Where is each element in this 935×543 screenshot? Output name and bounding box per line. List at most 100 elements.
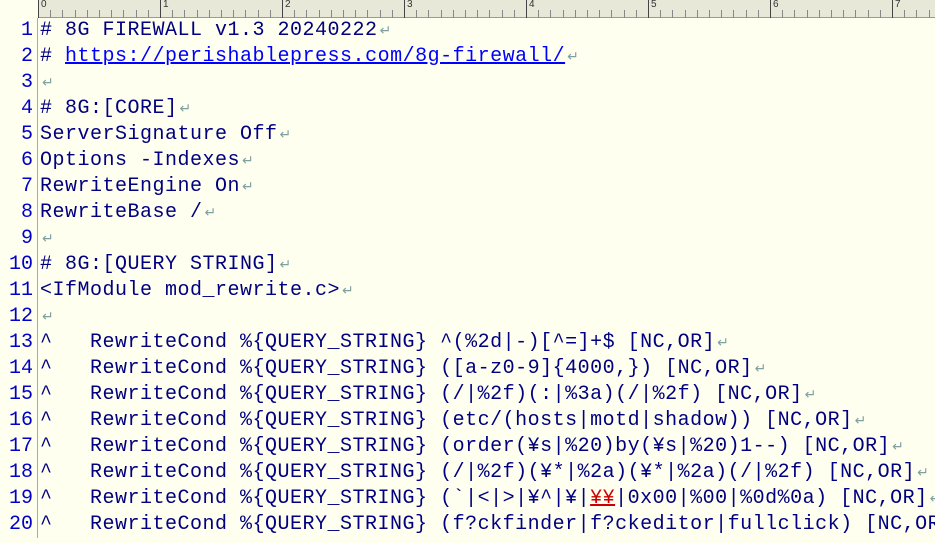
eol-marker: ↵ (567, 50, 579, 66)
code-text: Options -Indexes (40, 149, 240, 172)
ruler-minor (87, 10, 88, 18)
ruler-minor (916, 10, 917, 18)
ruler-minor (343, 10, 344, 18)
ruler-minor (111, 10, 112, 18)
code-text: ^ RewriteCond %{QUERY_STRING} (f?ckfinde… (40, 513, 935, 536)
ruler-minor (148, 10, 149, 18)
ruler-major: 5 (648, 0, 657, 18)
ruler-minor (929, 10, 930, 18)
ruler-major: 2 (282, 0, 291, 18)
code-text: # 8G:[QUERY STRING] (40, 253, 278, 276)
code-content[interactable]: # 8G FIREWALL v1.3 20240222↵# https://pe… (38, 18, 935, 538)
ruler-minor (245, 10, 246, 18)
ruler-minor (416, 10, 417, 18)
ruler-minor (221, 10, 222, 18)
code-line[interactable]: # 8G FIREWALL v1.3 20240222↵ (40, 18, 935, 44)
eol-marker: ↵ (242, 154, 254, 170)
line-number: 17 (0, 434, 33, 460)
code-line[interactable]: ^ RewriteCond %{QUERY_STRING} (`|<|>|¥^|… (40, 486, 935, 512)
ruler-minor (758, 10, 759, 18)
code-line[interactable]: ^ RewriteCond %{QUERY_STRING} (etc/(host… (40, 408, 935, 434)
code-line[interactable]: Options -Indexes↵ (40, 148, 935, 174)
ruler-minor (294, 10, 295, 18)
ruler-minor (331, 10, 332, 18)
code-line[interactable]: <IfModule mod_rewrite.c>↵ (40, 278, 935, 304)
code-text: # 8G:[CORE] (40, 97, 178, 120)
code-line[interactable]: ↵ (40, 226, 935, 252)
code-line[interactable]: ^ RewriteCond %{QUERY_STRING} (f?ckfinde… (40, 512, 935, 538)
line-number: 15 (0, 382, 33, 408)
ruler-minor (611, 10, 612, 18)
ruler-minor (477, 10, 478, 18)
ruler-minor (489, 10, 490, 18)
code-line[interactable]: # 8G:[CORE]↵ (40, 96, 935, 122)
eol-marker: ↵ (805, 388, 817, 404)
ruler-major: 7 (892, 0, 901, 18)
eol-marker: ↵ (242, 180, 254, 196)
code-text: ^ RewriteCond %{QUERY_STRING} (etc/(host… (40, 409, 853, 432)
line-number: 11 (0, 278, 33, 304)
ruler-minor (843, 10, 844, 18)
code-text: ^ RewriteCond %{QUERY_STRING} (/|%2f)(:|… (40, 383, 803, 406)
code-line[interactable]: ↵ (40, 70, 935, 96)
ruler-minor (197, 10, 198, 18)
code-line[interactable]: ^ RewriteCond %{QUERY_STRING} (/|%2f)(¥*… (40, 460, 935, 486)
code-line[interactable]: # https://perishablepress.com/8g-firewal… (40, 44, 935, 70)
ruler-minor (563, 10, 564, 18)
code-line[interactable]: ServerSignature Off↵ (40, 122, 935, 148)
line-number: 4 (0, 96, 33, 122)
code-line[interactable]: ^ RewriteCond %{QUERY_STRING} (/|%2f)(:|… (40, 382, 935, 408)
line-number: 13 (0, 330, 33, 356)
eol-marker: ↵ (755, 362, 767, 378)
ruler-minor (62, 10, 63, 18)
code-link[interactable]: https://perishablepress.com/8g-firewall/ (65, 45, 565, 68)
ruler-minor (319, 10, 320, 18)
ruler-minor (75, 10, 76, 18)
eol-marker: ↵ (42, 232, 54, 248)
ruler-minor (782, 10, 783, 18)
ruler-minor (306, 10, 307, 18)
code-text: ^ RewriteCond %{QUERY_STRING} ^(%2d|-)[^… (40, 331, 715, 354)
code-line[interactable]: ^ RewriteCond %{QUERY_STRING} ^(%2d|-)[^… (40, 330, 935, 356)
ruler-minor (453, 10, 454, 18)
line-number: 18 (0, 460, 33, 486)
code-line[interactable]: RewriteBase /↵ (40, 200, 935, 226)
eol-marker: ↵ (42, 310, 54, 326)
ruler-minor (685, 10, 686, 18)
eol-marker: ↵ (342, 284, 354, 300)
code-text: ServerSignature Off (40, 123, 278, 146)
code-line[interactable]: ↵ (40, 304, 935, 330)
ruler: 01234567 (38, 0, 935, 18)
code-text: # 8G FIREWALL v1.3 20240222 (40, 19, 378, 42)
code-text: ^ RewriteCond %{QUERY_STRING} (`|<|>|¥^|… (40, 487, 590, 510)
ruler-major: 4 (526, 0, 535, 18)
ruler-minor (502, 10, 503, 18)
line-number: 6 (0, 148, 33, 174)
eol-marker: ↵ (280, 128, 292, 144)
ruler-minor (550, 10, 551, 18)
eol-marker: ↵ (280, 258, 292, 274)
eol-marker: ↵ (855, 414, 867, 430)
ruler-minor (50, 10, 51, 18)
code-line[interactable]: ^ RewriteCond %{QUERY_STRING} (order(¥s|… (40, 434, 935, 460)
ruler-minor (868, 10, 869, 18)
ruler-minor (538, 10, 539, 18)
ruler-minor (184, 10, 185, 18)
code-text: |0x00|%00|%0d%0a) [NC,OR] (615, 487, 928, 510)
ruler-minor (123, 10, 124, 18)
ruler-minor (380, 10, 381, 18)
editor-area[interactable]: 1234567891011121314151617181920 # 8G FIR… (0, 18, 935, 538)
line-number: 3 (0, 70, 33, 96)
ruler-minor (575, 10, 576, 18)
code-line[interactable]: RewriteEngine On↵ (40, 174, 935, 200)
line-number: 16 (0, 408, 33, 434)
line-number: 5 (0, 122, 33, 148)
code-line[interactable]: ^ RewriteCond %{QUERY_STRING} ([a-z0-9]{… (40, 356, 935, 382)
ruler-minor (599, 10, 600, 18)
code-text: <IfModule mod_rewrite.c> (40, 279, 340, 302)
line-number: 7 (0, 174, 33, 200)
ruler-minor (819, 10, 820, 18)
line-number: 9 (0, 226, 33, 252)
code-line[interactable]: # 8G:[QUERY STRING]↵ (40, 252, 935, 278)
ruler-minor (99, 10, 100, 18)
